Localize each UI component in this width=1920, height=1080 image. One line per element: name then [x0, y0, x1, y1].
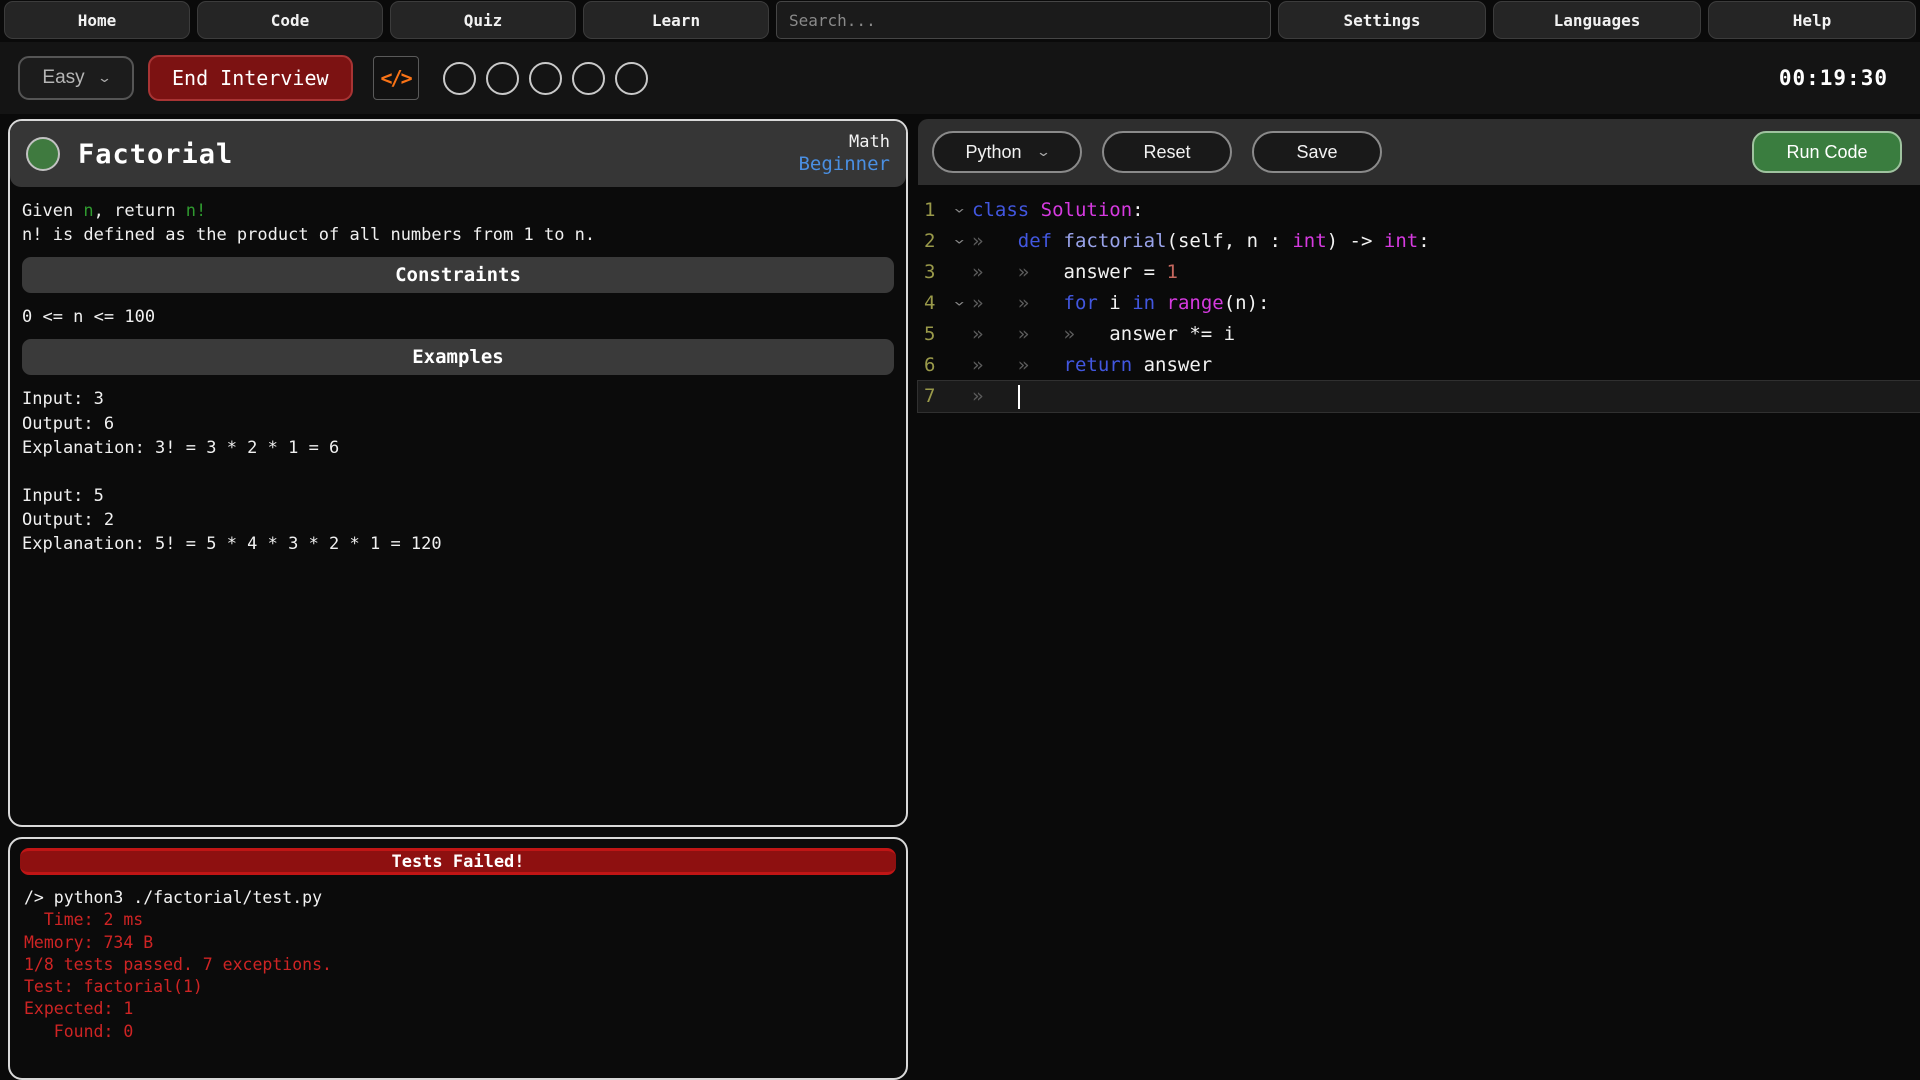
problem-panel: Factorial Math Beginner Given n, return …	[8, 119, 908, 827]
test-output-line: Memory: 734 B	[24, 932, 154, 952]
code-line[interactable]: 6 » » return answer	[918, 350, 1920, 381]
problem-text-line: Input: 3	[22, 389, 104, 410]
progress-circle	[442, 61, 476, 95]
code-text: » » » answer *= i	[972, 323, 1236, 345]
code-text: » » return answer	[972, 354, 1213, 376]
line-number: 5	[924, 323, 936, 345]
line-number: 6	[924, 354, 936, 376]
problem-text-line: Input: 5	[22, 485, 104, 506]
code-icon[interactable]: </>	[372, 56, 419, 100]
save-button[interactable]: Save	[1252, 131, 1382, 173]
code-text: class Solution:	[972, 199, 1144, 221]
progress-circle	[528, 61, 562, 95]
reset-button[interactable]: Reset	[1102, 131, 1232, 173]
problem-body: Given n, return n! n! is defined as the p…	[10, 187, 906, 568]
code-line[interactable]: 3 » » answer = 1	[918, 257, 1920, 288]
problem-text-line: Explanation: 5! = 5 * 4 * 3 * 2 * 1 = 12…	[22, 534, 442, 555]
top-nav: HomeCodeQuizLearn SettingsLanguagesHelp	[0, 0, 1920, 42]
problem-title: Factorial	[78, 138, 234, 170]
code-line[interactable]: 4 ›» » for i in range(n):	[918, 288, 1920, 319]
code-text: » » for i in range(n):	[972, 292, 1270, 314]
progress-circles	[442, 61, 648, 95]
timer: 00:19:30	[1778, 66, 1888, 90]
test-output-line: /> python3 ./factorial/test.py	[24, 888, 323, 907]
fold-chevron-icon[interactable]: ›	[948, 288, 972, 319]
problem-tags: Math Beginner	[798, 132, 890, 177]
problem-text-line	[22, 460, 894, 484]
nav-tab-code[interactable]: Code	[197, 1, 383, 39]
test-output-line: Expected: 1	[24, 999, 134, 1019]
search-input[interactable]	[777, 10, 1270, 30]
status-dot-icon	[26, 137, 60, 171]
nav-right-tabs: Settings Languages Help	[1276, 0, 1918, 42]
problem-text-line: Output: 6	[22, 413, 115, 434]
main-area: Factorial Math Beginner Given n, return …	[0, 114, 1920, 1080]
test-output-line: Time: 2 ms	[24, 910, 144, 930]
run-code-button[interactable]: Run Code	[1752, 131, 1902, 173]
code-line[interactable]: 2 ›» def factorial(self, n : int) -> int:	[918, 226, 1920, 257]
text-cursor	[1017, 384, 1020, 409]
line-number: 7	[924, 385, 936, 407]
editor-toolbar: Python ⌄ Reset Save Run Code	[918, 119, 1920, 185]
right-column: Python ⌄ Reset Save Run Code 1 › class Sol…	[917, 119, 1920, 1080]
problem-text-line: Output: 2	[22, 510, 115, 530]
nav-tab-quiz[interactable]: Quiz	[390, 1, 576, 39]
code-text: » » answer = 1	[972, 261, 1178, 283]
line-number: 3	[924, 261, 936, 283]
problem-text-line: Given n, return n!	[22, 201, 207, 221]
problem-header: Factorial Math Beginner	[10, 121, 906, 187]
nav-tab-help[interactable]: Help	[1708, 1, 1916, 39]
test-output-line: 1/8 tests passed. 7 exceptions.	[24, 954, 332, 974]
section-heading-examples: Examples	[22, 339, 894, 376]
problem-text-line: n! is defined as the product of all numb…	[22, 225, 596, 246]
category-tag: Math	[849, 131, 890, 152]
progress-circle	[571, 61, 605, 95]
chevron-down-icon: ⌄	[96, 70, 112, 85]
nav-tab-learn[interactable]: Learn	[583, 1, 769, 39]
difficulty-select[interactable]: Easy ⌄	[18, 56, 134, 100]
tests-failed-banner: Tests Failed!	[20, 848, 896, 875]
test-output: /> python3 ./factorial/test.py Time: 2 m…	[10, 883, 906, 1047]
code-line[interactable]: 5 » » » answer *= i	[918, 319, 1920, 350]
language-select[interactable]: Python ⌄	[932, 131, 1082, 173]
nav-tab-home[interactable]: Home	[4, 1, 190, 39]
language-value: Python	[965, 141, 1022, 162]
progress-circle	[614, 61, 648, 95]
end-interview-button[interactable]: End Interview	[148, 55, 353, 101]
interview-toolbar: Easy ⌄ End Interview </> 00:19:30	[0, 42, 1920, 114]
left-column: Factorial Math Beginner Given n, return …	[8, 119, 908, 1080]
problem-text-line: Explanation: 3! = 3 * 2 * 1 = 6	[22, 437, 340, 458]
difficulty-tag[interactable]: Beginner	[798, 153, 890, 177]
chevron-down-icon: ⌄	[1035, 144, 1051, 159]
test-output-line: Test: factorial(1)	[24, 977, 203, 997]
difficulty-value: Easy	[42, 67, 85, 88]
nav-left-tabs: Home Code Quiz Learn	[2, 0, 771, 42]
code-text: »	[972, 384, 1020, 409]
problem-text-line: 0 <= n <= 100	[22, 307, 156, 328]
tests-panel: Tests Failed! /> python3 ./factorial/tes…	[8, 837, 908, 1080]
nav-tab-languages[interactable]: Languages	[1493, 1, 1701, 39]
section-heading-constraints: Constraints	[22, 257, 894, 294]
nav-tab-settings[interactable]: Settings	[1278, 1, 1486, 39]
code-editor[interactable]: 1 › class Solution: 2 ›» def factorial(self,…	[917, 185, 1920, 1080]
fold-chevron-icon[interactable]: ›	[948, 195, 972, 226]
search-box[interactable]	[776, 1, 1271, 39]
progress-circle	[485, 61, 519, 95]
fold-chevron-icon[interactable]: ›	[948, 226, 972, 257]
code-line[interactable]: 7»	[917, 380, 1920, 413]
test-output-line: Found: 0	[24, 1021, 134, 1041]
code-text: » def factorial(self, n : int) -> int:	[972, 230, 1430, 252]
code-line[interactable]: 1 › class Solution:	[918, 195, 1920, 226]
